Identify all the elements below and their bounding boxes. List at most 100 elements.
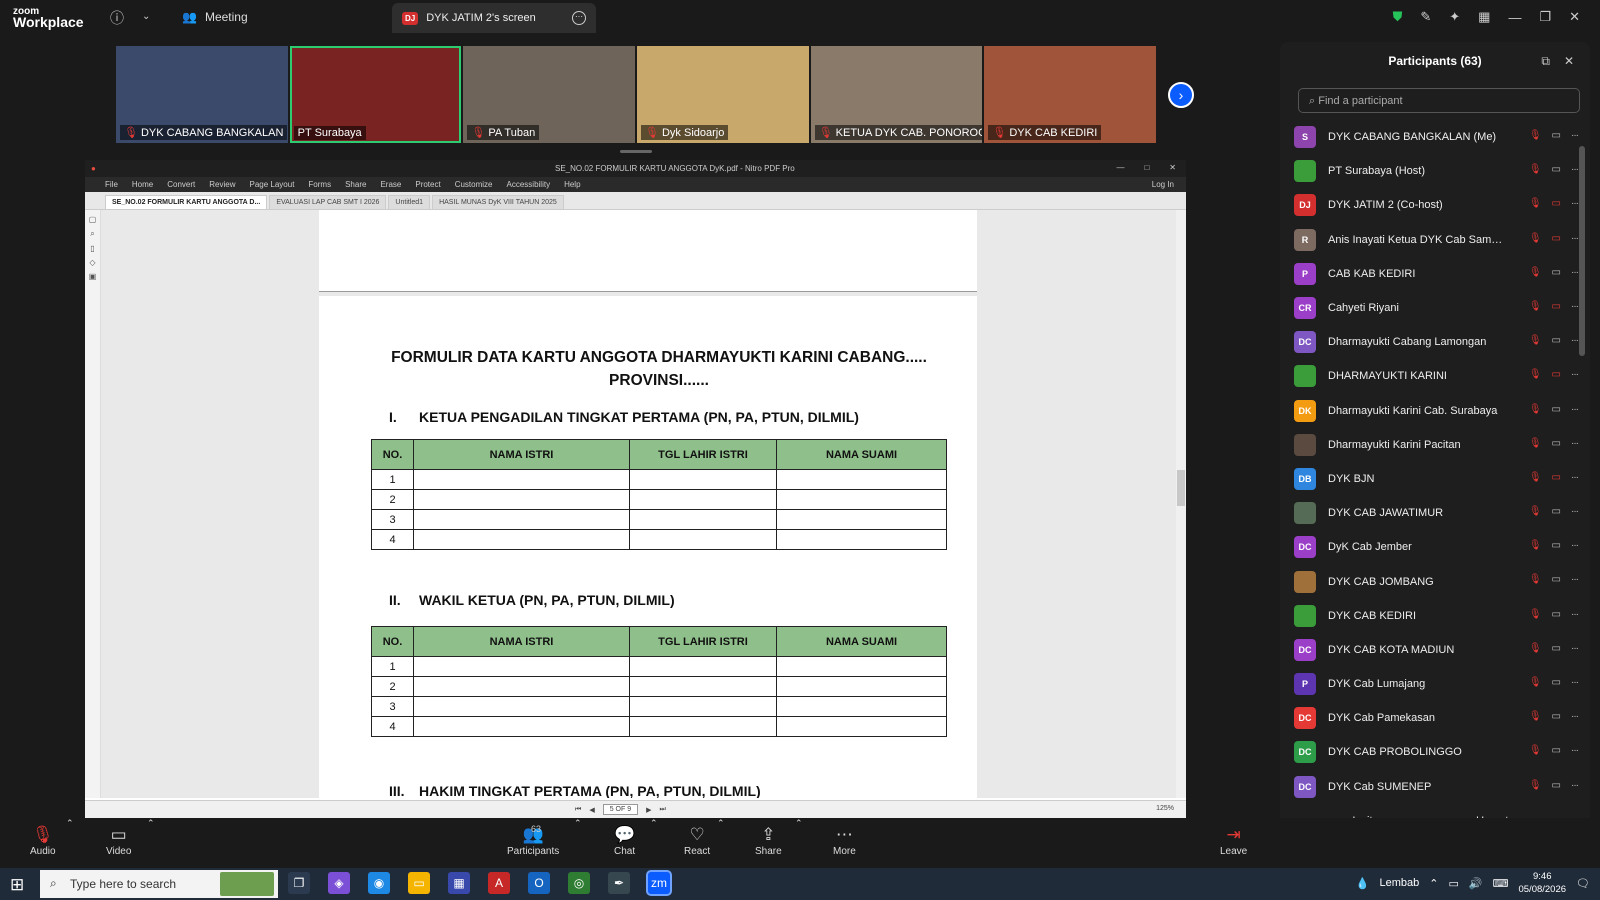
login-link[interactable]: Log In (1152, 180, 1174, 189)
more-options-icon[interactable]: ··· (1571, 301, 1579, 312)
prev-page-icon[interactable]: ◀ (589, 806, 594, 814)
menu-page-layout[interactable]: Page Layout (249, 180, 294, 189)
outlook-icon[interactable]: O (528, 872, 550, 894)
video-icon[interactable]: ▭ (1552, 130, 1561, 141)
video-tile[interactable]: 🎙 PA Tuban (463, 46, 636, 143)
minimize-icon[interactable]: — (1116, 163, 1124, 172)
first-page-icon[interactable]: ⏮ (575, 806, 581, 814)
resize-handle[interactable] (620, 150, 652, 153)
bookmark-icon[interactable]: ▯ (85, 244, 100, 253)
close-icon[interactable]: ✕ (1169, 163, 1176, 172)
video-icon[interactable]: ▭ (1552, 745, 1561, 756)
participant-row[interactable]: DC DYK Cab Pamekasan 🎙 ▭ ··· (1294, 701, 1580, 735)
participant-list-scrollbar[interactable] (1579, 146, 1585, 356)
menu-erase[interactable]: Erase (380, 180, 401, 189)
page-indicator[interactable]: 5 OF 9 (602, 804, 639, 815)
edge-icon[interactable]: ◉ (368, 872, 390, 894)
participant-row[interactable]: DB DYK BJN 🎙 ▭ ··· (1294, 462, 1580, 496)
video-icon[interactable]: ▭ (1552, 335, 1561, 346)
chevron-down-icon[interactable]: ⌄ (142, 11, 150, 22)
file-explorer-icon[interactable]: ▭ (408, 872, 430, 894)
pages-icon[interactable]: ▢ (85, 215, 100, 224)
mic-muted-icon[interactable]: 🎙 (1529, 540, 1542, 551)
taskbar-search-input[interactable]: ⌕ Type here to search (40, 870, 278, 898)
participants-button[interactable]: 👥 Participants 63 (507, 824, 559, 857)
react-options-caret[interactable]: ⌃ (717, 818, 725, 829)
participants-options-caret[interactable]: ⌃ (574, 818, 582, 829)
mic-muted-icon[interactable]: 🎙 (1529, 711, 1542, 722)
apps-grid-icon[interactable]: ▦ (1478, 9, 1490, 25)
more-options-icon[interactable]: ··· (1571, 198, 1579, 209)
more-options-icon[interactable]: ··· (1571, 780, 1579, 791)
chat-options-caret[interactable]: ⌃ (650, 818, 658, 829)
task-view-icon[interactable]: ❐ (288, 872, 310, 894)
tray-overflow-icon[interactable]: ⌃ (1429, 877, 1438, 890)
video-tile[interactable]: 🎙 DYK CABANG BANGKALAN (116, 46, 288, 143)
taskbar-clock[interactable]: 9:46 05/08/2026 (1518, 870, 1566, 896)
more-options-icon[interactable]: ··· (1571, 164, 1579, 175)
more-options-icon[interactable]: ··· (1571, 574, 1579, 585)
participant-search-input[interactable]: ⌕ Find a participant (1298, 88, 1580, 113)
participant-row[interactable]: S DYK CABANG BANGKALAN (Me) 🎙 ▭ ··· (1294, 120, 1580, 154)
tag-icon[interactable]: ◇ (85, 258, 100, 267)
video-button[interactable]: ▭ Video (106, 824, 131, 857)
video-off-icon[interactable]: ▭ (1552, 198, 1561, 209)
participant-row[interactable]: DYK CAB JAWATIMUR 🎙 ▭ ··· (1294, 496, 1580, 530)
video-tile[interactable]: 🎙 KETUA DYK CAB. PONOROGO (810, 46, 983, 143)
menu-accessibility[interactable]: Accessibility (507, 180, 551, 189)
zoom-app-icon[interactable]: zm (646, 870, 672, 896)
video-icon[interactable]: ▭ (1552, 677, 1561, 688)
menu-review[interactable]: Review (209, 180, 235, 189)
participant-row[interactable]: DC Dharmayukti Cabang Lamongan 🎙 ▭ ··· (1294, 325, 1580, 359)
last-page-icon[interactable]: ⏭ (660, 806, 666, 814)
annotate-icon[interactable]: ✎ (1420, 9, 1431, 25)
more-options-icon[interactable]: ··· (1571, 233, 1579, 244)
audio-button[interactable]: 🎙 Audio (30, 824, 56, 857)
video-icon[interactable]: ▭ (1552, 574, 1561, 585)
vertical-scrollbar[interactable] (1176, 210, 1186, 798)
video-options-caret[interactable]: ⌃ (147, 818, 155, 829)
network-icon[interactable]: ▭ (1448, 877, 1458, 890)
info-icon[interactable]: ⓘ (110, 8, 124, 28)
volume-icon[interactable]: 🔊 (1469, 877, 1483, 890)
more-options-icon[interactable]: ··· (1571, 130, 1579, 141)
windows-start-icon[interactable]: ⊞ (10, 875, 24, 895)
minimize-icon[interactable]: — (1508, 10, 1521, 25)
more-button[interactable]: ⋯ More (833, 824, 856, 857)
meeting-menu[interactable]: 👥 Meeting (182, 10, 248, 24)
lock-icon[interactable]: ▣ (85, 272, 100, 281)
share-button[interactable]: ⇪ Share (755, 824, 782, 857)
menu-forms[interactable]: Forms (308, 180, 331, 189)
more-options-icon[interactable]: ··· (572, 11, 586, 25)
zoom-level[interactable]: 125% (1156, 805, 1174, 812)
close-icon[interactable]: ✕ (1564, 54, 1574, 68)
shared-screen-tab[interactable]: DJ DYK JATIM 2's screen ··· (392, 3, 596, 33)
pdf-view-pane[interactable]: FORMULIR DATA KARTU ANGGOTA DHARMAYUKTI … (101, 210, 1176, 798)
more-options-icon[interactable]: ··· (1571, 404, 1579, 415)
video-icon[interactable]: ▭ (1552, 506, 1561, 517)
mic-muted-icon[interactable]: 🎙 (1529, 506, 1542, 517)
more-options-icon[interactable]: ··· (1571, 438, 1579, 449)
notifications-icon[interactable]: 🗨 (1576, 877, 1590, 890)
participant-row[interactable]: DC DYK CAB PROBOLINGGO 🎙 ▭ ··· (1294, 735, 1580, 769)
close-icon[interactable]: ✕ (1569, 9, 1580, 25)
mic-muted-icon[interactable]: 🎙 (1529, 609, 1542, 620)
mic-muted-icon[interactable]: 🎙 (1529, 233, 1542, 244)
next-page-icon[interactable]: ▶ (646, 806, 651, 814)
mic-muted-icon[interactable]: 🎙 (1529, 369, 1542, 380)
video-icon[interactable]: ▭ (1552, 404, 1561, 415)
participant-row[interactable]: DJ DYK JATIM 2 (Co-host) 🎙 ▭ ··· (1294, 188, 1580, 222)
mic-muted-icon[interactable]: 🎙 (1529, 472, 1542, 483)
chat-button[interactable]: 💬 Chat (614, 824, 635, 857)
more-options-icon[interactable]: ··· (1571, 677, 1579, 688)
restore-icon[interactable]: ❐ (1539, 9, 1551, 25)
participant-row[interactable]: DC DyK Cab Jember 🎙 ▭ ··· (1294, 530, 1580, 564)
pen-tool-icon[interactable]: ✒ (608, 872, 630, 894)
security-shield-icon[interactable]: ⛊ (1393, 9, 1403, 25)
video-icon[interactable]: ▭ (1552, 643, 1561, 654)
menu-home[interactable]: Home (132, 180, 153, 189)
keyboard-icon[interactable]: ⌨ (1493, 877, 1509, 890)
participant-row[interactable]: CR Cahyeti Riyani 🎙 ▭ ··· (1294, 291, 1580, 325)
gallery-next-button[interactable]: › (1168, 82, 1194, 108)
store-icon[interactable]: ▦ (448, 872, 470, 894)
